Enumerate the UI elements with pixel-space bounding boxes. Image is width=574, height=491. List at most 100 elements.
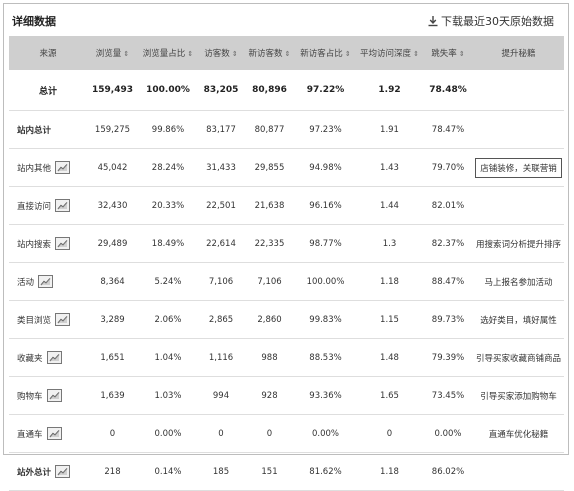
- trend-chart-icon[interactable]: [46, 351, 62, 364]
- source-cell: 直接访问: [9, 186, 87, 225]
- table-row: 站外总计 218 0.14% 185 151 81.62% 1.18 86.02%: [9, 452, 564, 491]
- bounce-cell: 89.73%: [423, 300, 473, 339]
- column-header[interactable]: 访客数 ⇕: [198, 36, 244, 70]
- table-row: 购物车 1,639 1.03% 994 928 93.36% 1.65 73.45% 引导买家添…: [9, 376, 564, 415]
- uv-cell: 7,106: [198, 262, 244, 301]
- pv-ratio-cell: 99.86%: [138, 110, 198, 149]
- pv-cell: 29,489: [87, 224, 138, 263]
- bounce-cell: 79.39%: [423, 338, 473, 377]
- pv-cell: 1,639: [87, 376, 138, 415]
- source-cell: 活动: [9, 262, 87, 301]
- improvement-tip-link[interactable]: 引导买家收藏商铺商品: [476, 354, 561, 364]
- table-row: 收藏夹 1,651 1.04% 1,116 988 88.53% 1.48 79.39% 引导买…: [9, 338, 564, 377]
- bounce-cell: 82.37%: [423, 224, 473, 263]
- improvement-tip-link[interactable]: 直通车优化秘籍: [489, 430, 549, 440]
- total-pv: 159,493: [87, 70, 138, 111]
- source-cell: 站内总计: [9, 110, 87, 149]
- pv-cell: 1,651: [87, 338, 138, 377]
- depth-cell: 1.15: [356, 300, 423, 339]
- uv-cell: 83,177: [198, 110, 244, 149]
- source-cell: 站内其他: [9, 148, 87, 187]
- table-row: 活动 8,364 5.24% 7,106 7,106 100.00% 1.18 88.47% 马…: [9, 262, 564, 301]
- sort-icon: ⇕: [284, 50, 291, 58]
- source-label: 直接访问: [17, 201, 52, 212]
- bounce-cell: 78.47%: [423, 110, 473, 149]
- trend-chart-icon[interactable]: [55, 161, 71, 174]
- total-tip: [473, 70, 564, 111]
- source-cell: 站内搜索: [9, 224, 87, 263]
- source-label: 直通车: [17, 429, 43, 440]
- source-cell: 站外总计: [9, 452, 87, 491]
- column-header[interactable]: 新访客数 ⇕: [244, 36, 295, 70]
- column-header: 提升秘籍: [473, 36, 564, 70]
- depth-cell: 1.3: [356, 224, 423, 263]
- total-new-uv: 80,896: [244, 70, 295, 111]
- sort-icon: ⇕: [187, 50, 194, 58]
- uv-cell: 2,865: [198, 300, 244, 339]
- new-ratio-cell: 93.36%: [295, 376, 356, 415]
- table-row: 站内总计 159,275 99.86% 83,177 80,877 97.23% 1.91 7…: [9, 110, 564, 149]
- pv-cell: 8,364: [87, 262, 138, 301]
- tip-cell: 用搜索词分析提升排序: [473, 224, 564, 263]
- improvement-tip-link[interactable]: 用搜索词分析提升排序: [476, 240, 561, 250]
- pv-cell: 45,042: [87, 148, 138, 187]
- download-link[interactable]: 下载最近30天原始数据: [427, 13, 554, 29]
- pv-ratio-cell: 18.49%: [138, 224, 198, 263]
- improvement-tip-link[interactable]: 店铺装修，关联营销: [475, 157, 562, 178]
- sort-icon: ⇕: [231, 50, 238, 58]
- pv-ratio-cell: 1.04%: [138, 338, 198, 377]
- depth-cell: 1.43: [356, 148, 423, 187]
- new-ratio-cell: 81.62%: [295, 452, 356, 491]
- trend-chart-icon[interactable]: [55, 313, 71, 326]
- table-row: 直接访问 32,430 20.33% 22,501 21,638 96.16% 1.44 82…: [9, 186, 564, 225]
- new-ratio-cell: 96.16%: [295, 186, 356, 225]
- pv-ratio-cell: 0.00%: [138, 414, 198, 453]
- tip-cell: 选好类目，填好属性: [473, 300, 564, 339]
- source-label: 站内其他: [17, 163, 52, 174]
- new-uv-cell: 928: [244, 376, 295, 415]
- improvement-tip-link[interactable]: 选好类目，填好属性: [480, 316, 557, 326]
- bounce-cell: 73.45%: [423, 376, 473, 415]
- pv-ratio-cell: 2.06%: [138, 300, 198, 339]
- source-label: 活动: [17, 277, 35, 288]
- improvement-tip-link[interactable]: 引导买家添加购物车: [480, 392, 557, 402]
- new-ratio-cell: 98.77%: [295, 224, 356, 263]
- table-row: 类目浏览 3,289 2.06% 2,865 2,860 99.83% 1.15 89.73%…: [9, 300, 564, 339]
- trend-chart-icon[interactable]: [55, 465, 71, 478]
- new-uv-cell: 151: [244, 452, 295, 491]
- bounce-cell: 79.70%: [423, 148, 473, 187]
- trend-chart-icon[interactable]: [46, 389, 62, 402]
- table-row: 直通车 0 0.00% 0 0 0.00% 0 0.00% 直通车优化秘籍: [9, 414, 564, 453]
- new-ratio-cell: 99.83%: [295, 300, 356, 339]
- new-uv-cell: 29,855: [244, 148, 295, 187]
- column-header[interactable]: 跳失率 ⇕: [423, 36, 473, 70]
- depth-cell: 0: [356, 414, 423, 453]
- tip-cell: 引导买家收藏商铺商品: [473, 338, 564, 377]
- column-header[interactable]: 浏览量占比 ⇕: [138, 36, 198, 70]
- new-uv-cell: 2,860: [244, 300, 295, 339]
- new-ratio-cell: 97.23%: [295, 110, 356, 149]
- trend-chart-icon[interactable]: [38, 275, 54, 288]
- trend-chart-icon[interactable]: [55, 199, 71, 212]
- trend-chart-icon[interactable]: [46, 427, 62, 440]
- trend-chart-icon[interactable]: [55, 237, 71, 250]
- pv-ratio-cell: 28.24%: [138, 148, 198, 187]
- bounce-cell: 86.02%: [423, 452, 473, 491]
- new-ratio-cell: 0.00%: [295, 414, 356, 453]
- pv-ratio-cell: 5.24%: [138, 262, 198, 301]
- pv-cell: 159,275: [87, 110, 138, 149]
- total-uv: 83,205: [198, 70, 244, 111]
- source-label: 类目浏览: [17, 315, 52, 326]
- source-label: 收藏夹: [17, 353, 43, 364]
- column-header[interactable]: 平均访问深度 ⇕: [356, 36, 423, 70]
- new-uv-cell: 21,638: [244, 186, 295, 225]
- improvement-tip-link[interactable]: 马上报名参加活动: [484, 278, 552, 288]
- column-header[interactable]: 新访客占比 ⇕: [295, 36, 356, 70]
- sort-icon: ⇕: [123, 50, 130, 58]
- tip-cell: [473, 110, 564, 149]
- depth-cell: 1.44: [356, 186, 423, 225]
- column-header[interactable]: 浏览量 ⇕: [87, 36, 138, 70]
- uv-cell: 1,116: [198, 338, 244, 377]
- new-ratio-cell: 100.00%: [295, 262, 356, 301]
- tip-cell: 店铺装修，关联营销: [473, 148, 564, 187]
